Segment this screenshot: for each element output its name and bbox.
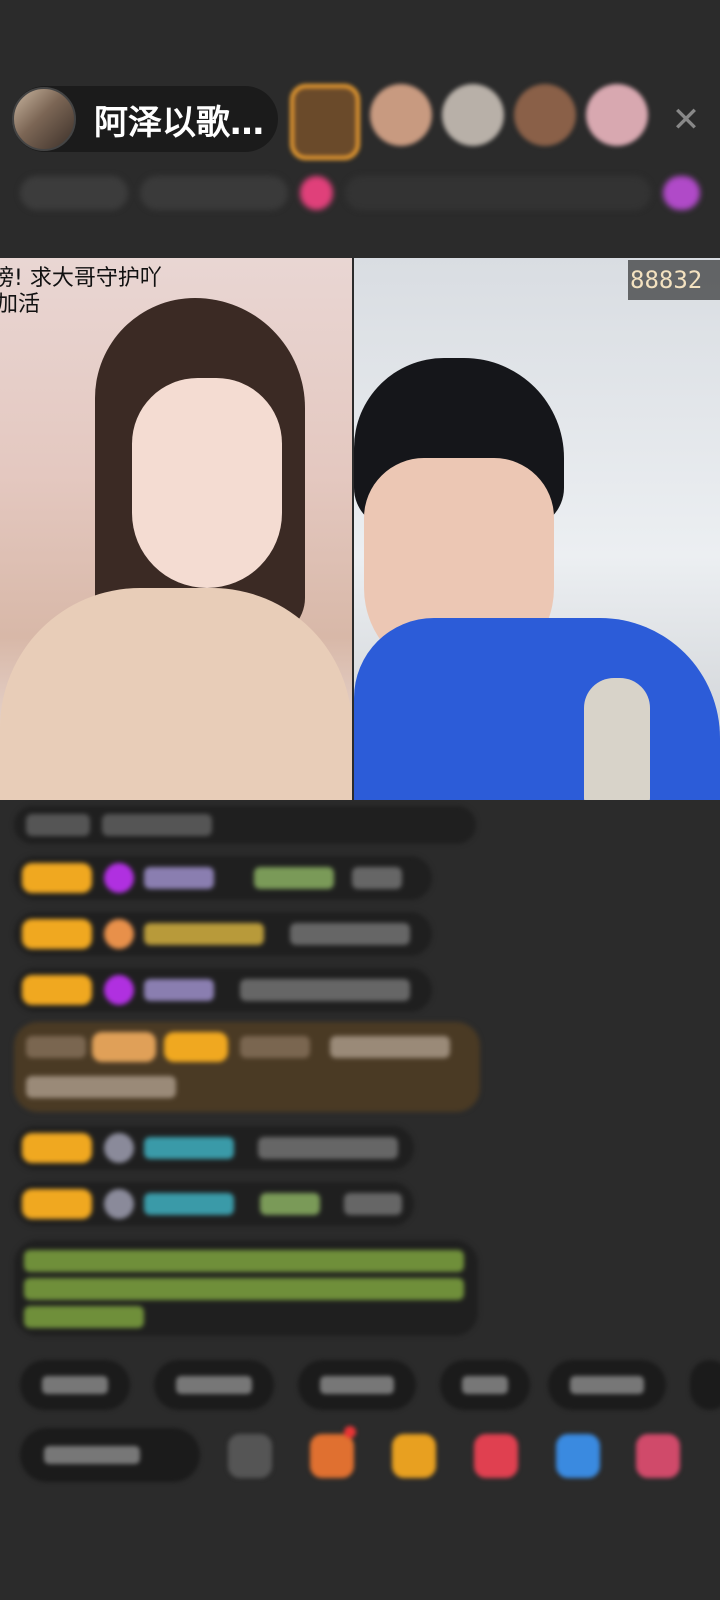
quick-reply-button[interactable] <box>20 1360 130 1410</box>
chat-message[interactable] <box>14 912 432 956</box>
left-video-stream[interactable] <box>0 258 352 800</box>
popularity-chip[interactable] <box>140 176 288 210</box>
red-packet-icon[interactable] <box>392 1434 436 1478</box>
gift-box-icon[interactable] <box>310 1426 356 1478</box>
stats-bar <box>20 168 700 218</box>
host-name: 阿泽以歌… <box>94 102 264 143</box>
gift-box-icon[interactable] <box>662 176 700 210</box>
heart-icon[interactable] <box>474 1434 518 1478</box>
top-viewers-list <box>290 84 648 160</box>
chat-message[interactable] <box>14 968 432 1012</box>
host-avatar[interactable] <box>12 87 76 151</box>
close-icon[interactable]: ✕ <box>666 100 706 140</box>
vote-count: 88832 <box>628 260 720 300</box>
game-icon[interactable] <box>556 1434 600 1478</box>
video-overlay-text: 榜! 求大哥守护吖 加活 <box>0 266 162 317</box>
quick-reply-button[interactable] <box>154 1360 274 1410</box>
gift-icon[interactable] <box>299 176 334 210</box>
viewer-avatar[interactable] <box>370 84 432 146</box>
quick-reply-button[interactable] <box>440 1360 530 1410</box>
chat-message[interactable] <box>14 806 476 844</box>
activity-banner[interactable] <box>345 176 651 210</box>
chat-input-field[interactable] <box>20 1428 200 1482</box>
chat-message[interactable] <box>14 1126 414 1170</box>
right-video-stream[interactable] <box>354 258 720 800</box>
viewer-avatar[interactable] <box>514 84 576 146</box>
chat-message[interactable] <box>14 1182 414 1226</box>
viewer-avatar[interactable] <box>290 84 360 160</box>
bottom-action-bar <box>20 1424 720 1486</box>
rank-chip[interactable] <box>20 176 129 210</box>
quick-reply-button[interactable] <box>690 1360 720 1410</box>
quick-reply-button[interactable] <box>548 1360 666 1410</box>
microphone-icon <box>584 678 650 800</box>
more-icon[interactable] <box>636 1434 680 1478</box>
host-info-pill[interactable]: 阿泽以歌… <box>12 86 278 152</box>
quick-reply-row <box>20 1360 720 1412</box>
system-notice <box>14 1240 478 1336</box>
viewer-avatar[interactable] <box>442 84 504 146</box>
chat-message[interactable] <box>14 856 432 900</box>
chat-message-highlight[interactable] <box>14 1022 480 1112</box>
menu-icon[interactable] <box>228 1434 272 1478</box>
viewer-avatar[interactable] <box>586 84 648 146</box>
quick-reply-button[interactable] <box>298 1360 416 1410</box>
